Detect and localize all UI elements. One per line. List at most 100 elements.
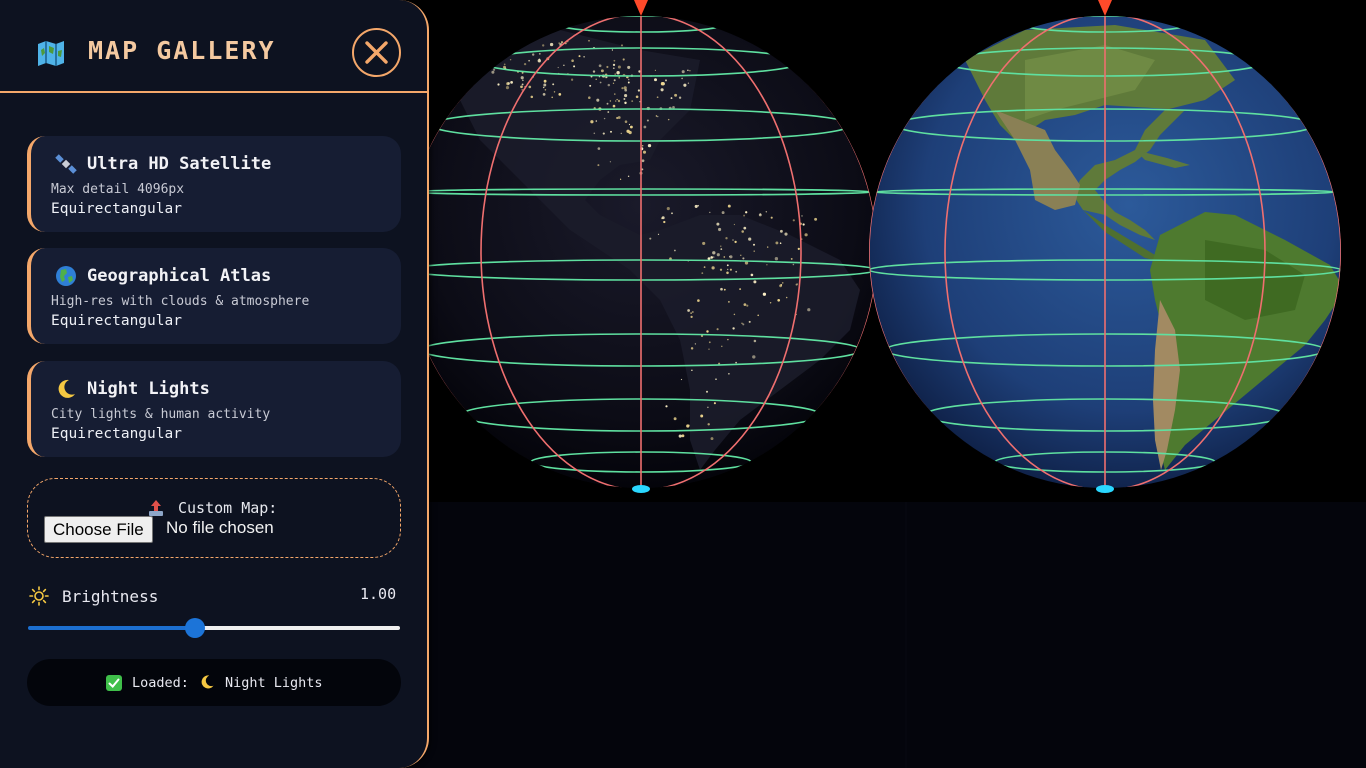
- city-light-dot: [750, 273, 754, 277]
- city-light-dot: [607, 111, 610, 113]
- city-light-dot: [616, 71, 620, 75]
- city-light-dot: [689, 70, 691, 72]
- city-light-dot: [571, 59, 574, 62]
- city-light-dot: [493, 68, 496, 71]
- city-light-dot: [716, 222, 720, 226]
- city-light-dot: [551, 96, 554, 99]
- city-light-dot: [710, 256, 714, 259]
- city-light-dot: [780, 284, 783, 286]
- city-light-dot: [609, 161, 612, 163]
- city-light-dot: [743, 303, 747, 306]
- checkmark-icon: [106, 675, 122, 691]
- city-light-dot: [740, 254, 742, 256]
- city-light-dot: [612, 67, 615, 70]
- city-light-dot: [774, 257, 779, 261]
- city-light-dot: [673, 417, 677, 421]
- crescent-moon-icon: [201, 675, 214, 689]
- city-light-dot: [503, 65, 506, 69]
- city-light-dot: [588, 96, 591, 99]
- city-light-dot: [691, 311, 694, 313]
- city-light-dot: [570, 78, 574, 81]
- map-card-geographical-atlas[interactable]: Geographical Atlas High-res with clouds …: [27, 248, 401, 344]
- choose-file-button[interactable]: Choose File: [44, 516, 153, 543]
- city-light-dot: [706, 330, 709, 333]
- sidebar-title: MAP GALLERY: [88, 36, 276, 65]
- city-light-dot: [627, 78, 630, 81]
- city-light-dot: [613, 79, 616, 82]
- city-light-dot: [614, 73, 616, 75]
- map-card-description: City lights & human activity: [51, 407, 271, 422]
- city-light-dot: [595, 78, 597, 80]
- city-light-dot: [616, 98, 618, 101]
- city-light-dot: [777, 298, 781, 302]
- city-light-dot: [654, 78, 657, 82]
- city-light-dot: [624, 120, 628, 123]
- city-light-dot: [745, 211, 748, 214]
- close-button[interactable]: [352, 28, 401, 77]
- status-map-name: Night Lights: [225, 675, 323, 691]
- satellite-icon: [55, 154, 77, 174]
- city-light-dot: [741, 230, 744, 233]
- city-light-dot: [590, 120, 594, 124]
- city-light-dot: [697, 204, 699, 207]
- city-light-dot: [814, 217, 818, 221]
- brightness-slider[interactable]: [28, 618, 400, 638]
- city-light-dot: [720, 245, 722, 247]
- map-card-projection: Equirectangular: [51, 313, 182, 329]
- city-light-dot: [557, 66, 559, 69]
- city-light-dot: [784, 232, 788, 236]
- city-light-dot: [707, 423, 710, 426]
- city-light-dot: [528, 38, 531, 42]
- city-light-dot: [707, 257, 711, 260]
- city-light-dot: [732, 327, 735, 330]
- city-light-dot: [613, 59, 616, 62]
- city-light-dot: [627, 65, 631, 69]
- city-light-dot: [671, 212, 673, 215]
- city-light-dot: [765, 211, 767, 213]
- city-light-dot: [637, 89, 641, 92]
- city-light-dot: [624, 94, 628, 98]
- city-light-dot: [716, 253, 720, 257]
- city-light-dot: [686, 424, 690, 428]
- view-divider: [905, 502, 907, 768]
- city-light-dot: [544, 89, 547, 91]
- city-light-dot: [779, 242, 782, 244]
- map-card-night-lights[interactable]: Night Lights City lights & human activit…: [27, 361, 401, 457]
- city-light-dot: [542, 86, 545, 89]
- city-light-dot: [802, 223, 805, 226]
- city-light-dot: [663, 220, 666, 224]
- city-light-dot: [558, 42, 561, 45]
- city-light-dot: [614, 100, 617, 102]
- city-light-dot: [646, 119, 649, 122]
- city-light-dot: [670, 97, 673, 100]
- north-pole-marker: [1098, 0, 1112, 16]
- status-indicator: Loaded: Night Lights: [27, 659, 401, 706]
- close-icon: [365, 41, 388, 64]
- city-light-dot: [629, 125, 633, 129]
- city-light-dot: [660, 88, 664, 92]
- city-light-dot: [801, 215, 803, 217]
- city-light-dot: [702, 241, 706, 245]
- city-light-dot: [792, 219, 795, 222]
- city-light-dot: [709, 211, 711, 214]
- city-light-dot: [687, 82, 690, 84]
- slider-thumb[interactable]: [185, 618, 205, 638]
- city-light-dot: [733, 313, 736, 316]
- city-light-dot: [674, 93, 678, 97]
- city-light-dot: [753, 339, 757, 343]
- city-light-dot: [753, 250, 755, 252]
- custom-map-dropzone[interactable]: Custom Map: Choose File No file chosen: [27, 478, 401, 558]
- map-card-projection: Equirectangular: [51, 201, 182, 217]
- city-light-dot: [617, 116, 621, 119]
- city-light-dot: [716, 328, 719, 331]
- city-light-dot: [733, 223, 736, 226]
- city-light-dot: [520, 85, 523, 89]
- city-light-dot: [624, 88, 628, 92]
- slider-track-filled: [28, 626, 195, 630]
- satellite-globe[interactable]: [869, 0, 1366, 502]
- city-light-dot: [588, 39, 590, 42]
- map-card-ultra-hd-satellite[interactable]: Ultra HD Satellite Max detail 4096px Equ…: [27, 136, 401, 232]
- city-light-dot: [620, 132, 623, 135]
- city-light-dot: [509, 58, 512, 61]
- city-light-dot: [690, 312, 692, 314]
